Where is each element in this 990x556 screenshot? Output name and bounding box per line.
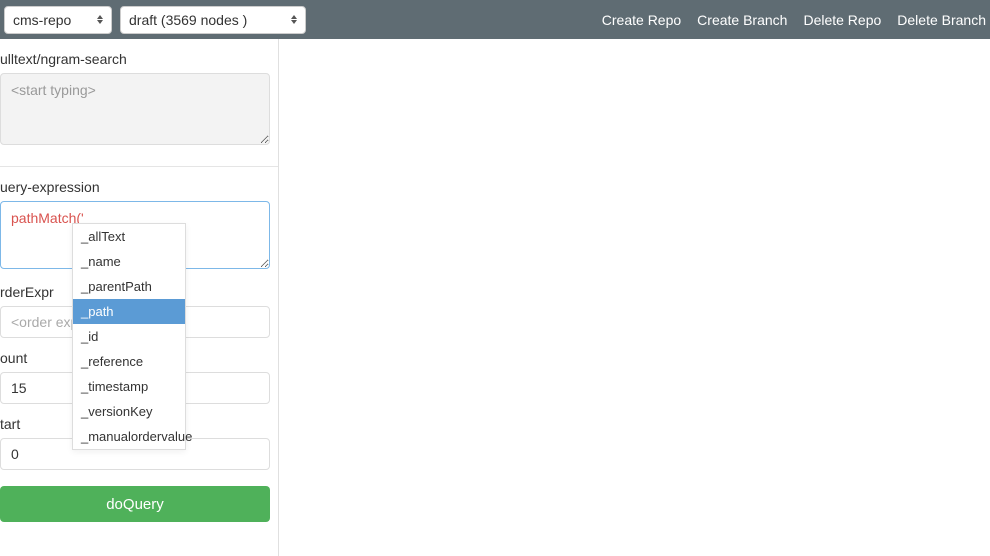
autocomplete-item[interactable]: _id [73, 324, 185, 349]
autocomplete-item[interactable]: _manualordervalue [73, 424, 185, 449]
autocomplete-item[interactable]: _allText [73, 224, 185, 249]
autocomplete-dropdown: _allText_name_parentPath_path_id_referen… [72, 223, 186, 450]
updown-icon [97, 13, 105, 27]
topbar: cms-repo draft (3569 nodes ) Create Repo… [0, 0, 990, 39]
repo-select-value: cms-repo [13, 12, 71, 28]
fulltext-input[interactable] [0, 73, 270, 145]
autocomplete-item[interactable]: _reference [73, 349, 185, 374]
repo-select[interactable]: cms-repo [4, 6, 112, 34]
query-expression-label: uery-expression [0, 167, 270, 201]
fulltext-label: ulltext/ngram-search [0, 39, 270, 73]
autocomplete-item[interactable]: _timestamp [73, 374, 185, 399]
delete-repo-link[interactable]: Delete Repo [803, 12, 881, 28]
autocomplete-item[interactable]: _versionKey [73, 399, 185, 424]
updown-icon [291, 13, 299, 27]
autocomplete-item[interactable]: _parentPath [73, 274, 185, 299]
topbar-left: cms-repo draft (3569 nodes ) [4, 6, 306, 34]
left-panel: ulltext/ngram-search uery-expression _al… [0, 39, 279, 556]
main: ulltext/ngram-search uery-expression _al… [0, 39, 990, 556]
doquery-button[interactable]: doQuery [0, 486, 270, 522]
delete-branch-link[interactable]: Delete Branch [897, 12, 986, 28]
create-repo-link[interactable]: Create Repo [602, 12, 681, 28]
autocomplete-item[interactable]: _path [73, 299, 185, 324]
branch-select-value: draft (3569 nodes ) [129, 12, 247, 28]
autocomplete-item[interactable]: _name [73, 249, 185, 274]
topbar-actions: Create Repo Create Branch Delete Repo De… [602, 12, 986, 28]
create-branch-link[interactable]: Create Branch [697, 12, 787, 28]
branch-select[interactable]: draft (3569 nodes ) [120, 6, 306, 34]
